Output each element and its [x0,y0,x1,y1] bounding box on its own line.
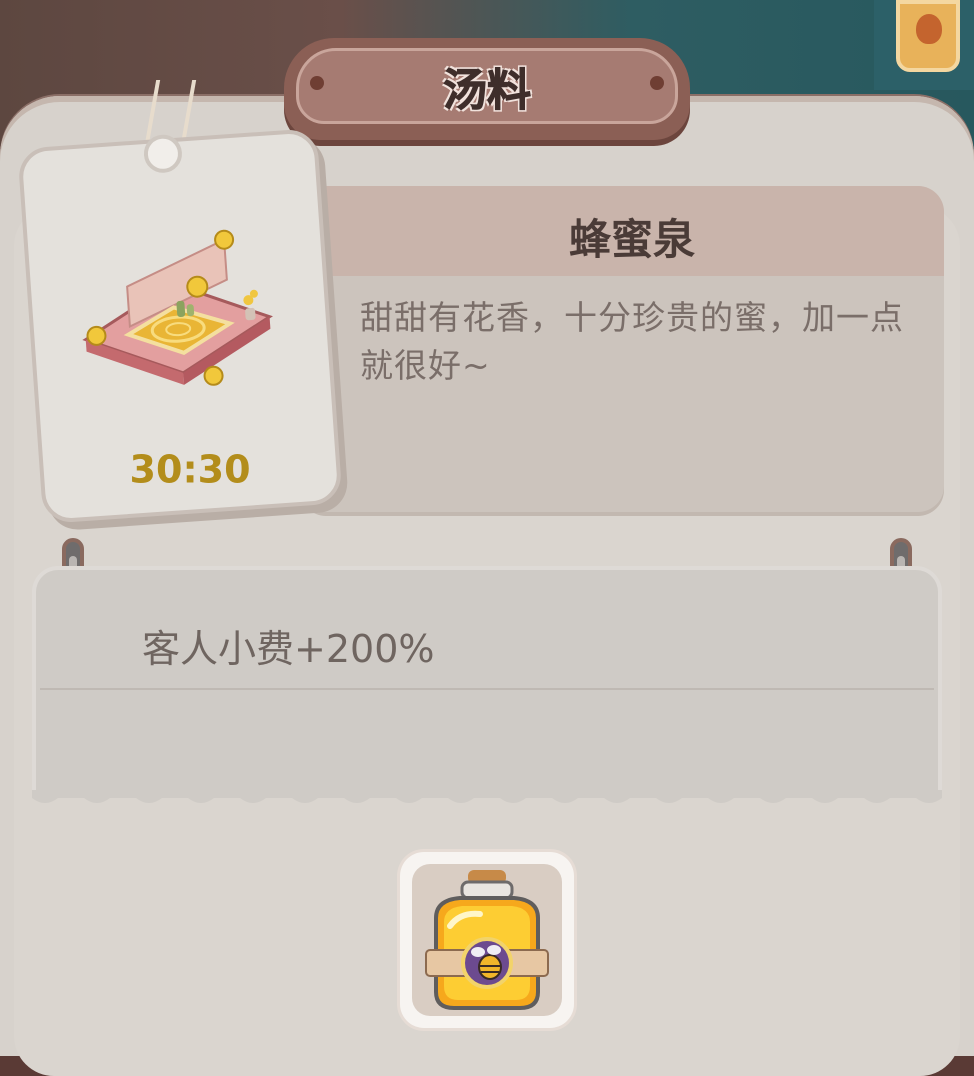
corner-badge-icon [896,0,960,72]
ingredient-slot[interactable] [400,852,574,1028]
item-name: 蜂蜜泉 [568,215,695,264]
title-plate: 汤料 [284,38,690,140]
effect-sheet: 客人小费+200% [32,566,942,798]
timer-label: 30:30 [129,447,251,492]
effect-text: 客人小费+200% [142,627,435,671]
honey-spring-furniture-icon [82,229,273,386]
sheet-scalloped-edge [32,790,942,803]
item-tag[interactable]: 30:30 [17,127,343,525]
panel-title: 汤料 [443,65,532,117]
effect-divider [40,688,934,690]
item-name-band: 蜂蜜泉 [300,186,944,276]
item-info-card: 蜂蜜泉 甜甜有花香，十分珍贵的蜜，加一点就很好~ [300,186,944,512]
item-description: 甜甜有花香，十分珍贵的蜜，加一点就很好~ [360,298,904,385]
honey-jar-icon [425,870,549,1010]
